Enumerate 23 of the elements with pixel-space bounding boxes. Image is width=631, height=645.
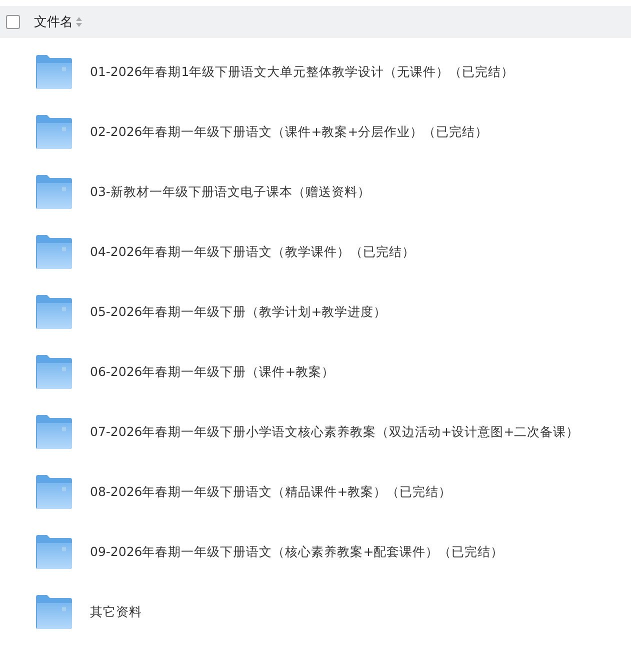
folder-name[interactable]: 04-2026年春期一年级下册语文（教学课件）（已完结） (90, 244, 416, 260)
folder-name[interactable]: 08-2026年春期一年级下册语文（精品课件+教案）（已完结） (90, 484, 452, 500)
folder-name[interactable]: 其它资料 (90, 604, 142, 620)
select-all-checkbox[interactable] (6, 15, 20, 29)
folder-name[interactable]: 01-2026年春期1年级下册语文大单元整体教学设计（无课件）（已完结） (90, 64, 514, 80)
folder-icon[interactable] (36, 415, 72, 449)
folder-name[interactable]: 05-2026年春期一年级下册（教学计划+教学进度） (90, 304, 387, 320)
folder-name[interactable]: 02-2026年春期一年级下册语文（课件+教案+分层作业）（已完结） (90, 124, 488, 140)
folder-icon[interactable] (36, 535, 72, 569)
folder-icon[interactable] (36, 595, 72, 629)
sort-icon[interactable] (76, 17, 82, 27)
folder-name[interactable]: 07-2026年春期一年级下册小学语文核心素养教案（双边活动+设计意图+二次备课） (90, 424, 580, 440)
folder-name[interactable]: 09-2026年春期一年级下册语文（核心素养教案+配套课件）（已完结） (90, 544, 504, 560)
folder-icon[interactable] (36, 475, 72, 509)
column-header[interactable]: 文件名 (34, 13, 73, 31)
folder-name[interactable]: 06-2026年春期一年级下册（课件+教案） (90, 364, 335, 380)
folder-icon[interactable] (36, 115, 72, 149)
folder-icon[interactable] (36, 355, 72, 389)
folder-icon[interactable] (36, 235, 72, 269)
folder-icon[interactable] (36, 55, 72, 89)
folder-name[interactable]: 03-新教材一年级下册语文电子课本（赠送资料） (90, 184, 370, 200)
folder-icon[interactable] (36, 175, 72, 209)
folder-icon[interactable] (36, 295, 72, 329)
